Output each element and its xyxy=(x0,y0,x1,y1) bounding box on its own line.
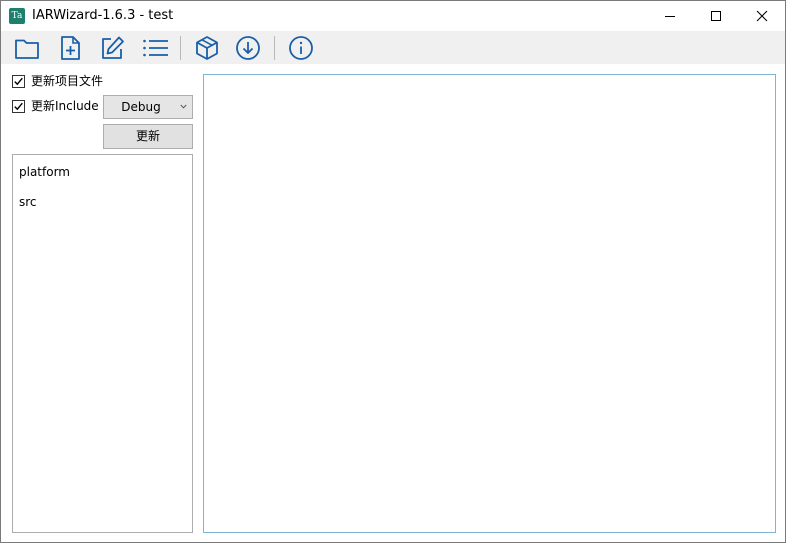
maximize-icon xyxy=(711,11,721,21)
folder-tree[interactable]: platform src xyxy=(12,154,193,533)
update-button[interactable]: 更新 xyxy=(103,124,193,149)
update-include-label: 更新Include xyxy=(31,99,99,113)
list-icon xyxy=(143,39,168,57)
update-include-option[interactable]: 更新Include xyxy=(12,98,99,114)
update-project-option[interactable]: 更新项目文件 xyxy=(12,73,103,89)
box-icon xyxy=(196,36,218,60)
tree-item[interactable]: platform xyxy=(19,164,70,180)
open-folder-button[interactable] xyxy=(12,33,42,63)
maximize-button[interactable] xyxy=(693,1,739,31)
app-window: Ta IARWizard-1.6.3 - test 更新项目文件 更新Inclu… xyxy=(0,0,786,543)
download-circle-icon xyxy=(236,36,260,60)
app-icon: Ta xyxy=(9,8,25,24)
window-title: IARWizard-1.6.3 - test xyxy=(32,8,174,23)
checkmark-icon xyxy=(14,77,23,85)
update-project-checkbox[interactable] xyxy=(12,74,25,88)
folder-icon xyxy=(15,39,39,59)
edit-button[interactable] xyxy=(97,33,127,63)
toolbar xyxy=(1,31,785,64)
title-bar[interactable]: Ta IARWizard-1.6.3 - test xyxy=(1,1,785,31)
download-button[interactable] xyxy=(233,33,263,63)
checkmark-icon xyxy=(14,102,23,110)
tree-item[interactable]: src xyxy=(19,194,37,210)
config-select[interactable]: Debug xyxy=(103,95,193,119)
toolbar-separator xyxy=(274,36,275,60)
list-button[interactable] xyxy=(140,33,170,63)
toolbar-separator xyxy=(180,36,181,60)
update-include-checkbox[interactable] xyxy=(12,99,25,113)
edit-icon xyxy=(102,36,124,59)
close-button[interactable] xyxy=(739,1,785,31)
close-icon xyxy=(756,10,768,22)
update-project-label: 更新项目文件 xyxy=(31,74,104,88)
about-button[interactable] xyxy=(286,33,316,63)
new-file-button[interactable] xyxy=(55,33,85,63)
config-select-value: Debug xyxy=(121,100,161,114)
file-plus-icon xyxy=(61,36,80,60)
content-panel[interactable] xyxy=(203,74,776,533)
info-icon xyxy=(289,36,313,60)
minimize-icon xyxy=(665,16,675,17)
minimize-button[interactable] xyxy=(647,1,693,31)
package-button[interactable] xyxy=(192,33,222,63)
chevron-down-icon xyxy=(180,104,187,109)
